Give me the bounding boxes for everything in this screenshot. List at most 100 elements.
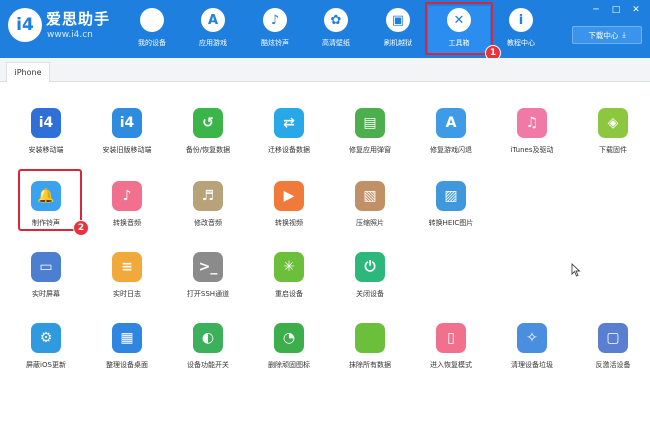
tool-label: 转换音频 (113, 219, 141, 227)
tool-item[interactable]: i4 安装旧版移动端 (91, 108, 163, 164)
tool-icon: i4 (112, 108, 142, 138)
tool-label: 设备功能开关 (187, 361, 229, 369)
tool-item[interactable]: ◔ 删除顽固图标 (253, 323, 325, 379)
tool-item[interactable]: ♫ iTunes及驱动 (496, 108, 568, 164)
tool-icon: ▤ (355, 108, 385, 138)
nav-item-1[interactable]: A 应用游戏 (182, 6, 244, 54)
tool-label: 转换HEIC图片 (428, 219, 474, 227)
tool-item[interactable]: ▦ 整理设备桌面 (91, 323, 163, 379)
nav-item-label: 应用游戏 (199, 39, 227, 47)
tool-label: 重启设备 (275, 290, 303, 298)
tool-icon: ✧ (517, 323, 547, 353)
tool-icon: ↺ (193, 108, 223, 138)
brand-url: www.i4.cn (47, 30, 93, 40)
tool-icon: ≡ (112, 252, 142, 282)
tool-label: 实时屏幕 (32, 290, 60, 298)
tool-icon: ♫ (517, 108, 547, 138)
tool-item[interactable]: ✧ 清理设备垃圾 (496, 323, 568, 379)
tool-item[interactable]: ▨ 转换HEIC图片 (415, 181, 487, 237)
tool-icon: ⇄ (274, 108, 304, 138)
tool-icon (355, 323, 385, 353)
tool-icon: ⏻ (355, 252, 385, 282)
tool-label: 屏蔽iOS更新 (26, 361, 66, 369)
device-tabbar: iPhone (0, 58, 650, 82)
top-header: i4 爱思助手 www.i4.cn 我的设备 A 应用游戏 ♪ 酷炫铃声 ✿ 高清壁纸 ▣ 刷机… (0, 0, 650, 61)
close-icon[interactable]: ✕ (630, 4, 642, 16)
tool-item[interactable]: ≡ 实时日志 (91, 252, 163, 308)
nav-item-6[interactable]: i 教程中心 (490, 6, 552, 54)
download-center-label: 下载中心 (588, 30, 619, 40)
tool-icon: i4 (31, 108, 61, 138)
tool-item[interactable]: ⚙ 屏蔽iOS更新 (10, 323, 82, 379)
tool-icon: ▢ (598, 323, 628, 353)
nav-item-2[interactable]: ♪ 酷炫铃声 (244, 6, 306, 54)
nav-item-label: 刷机越狱 (384, 39, 412, 47)
nav-item-4[interactable]: ▣ 刷机越狱 (367, 6, 429, 54)
tool-icon: ▧ (355, 181, 385, 211)
tool-icon: ▶ (274, 181, 304, 211)
tool-icon: ✳ (274, 252, 304, 282)
nav-item-0[interactable]: 我的设备 (121, 6, 183, 54)
tool-label: 备份/恢复数据 (185, 146, 231, 154)
nav-item-label: 我的设备 (138, 39, 166, 47)
tool-item[interactable]: i4 安装移动端 (10, 108, 82, 164)
app-store-icon: A (201, 8, 225, 32)
tool-label: 迁移设备数据 (268, 146, 310, 154)
tool-label: 修复游戏闪退 (430, 146, 472, 154)
download-center-button[interactable]: 下载中心 ⤓ (572, 26, 642, 44)
apple-icon (140, 8, 164, 32)
mouse-cursor-icon (571, 263, 581, 277)
tool-icon: ⚙ (31, 323, 61, 353)
tool-label: 压缩照片 (356, 219, 384, 227)
tab-iphone[interactable]: iPhone (6, 62, 50, 82)
tool-item[interactable]: ♬ 修改音频 (172, 181, 244, 237)
tool-item[interactable]: ⏻ 关闭设备 (334, 252, 406, 308)
tool-label: 安装移动端 (28, 146, 64, 154)
tool-icon: ▨ (436, 181, 466, 211)
nav-item-3[interactable]: ✿ 高清壁纸 (305, 6, 367, 54)
tool-label: iTunes及驱动 (510, 146, 554, 154)
nav-item-label: 教程中心 (507, 39, 535, 47)
tool-item[interactable]: ✳ 重启设备 (253, 252, 325, 308)
tool-label: 安装旧版移动端 (102, 146, 152, 154)
tool-item[interactable]: ▧ 压缩照片 (334, 181, 406, 237)
nav-item-label: 酷炫铃声 (261, 39, 289, 47)
flower-icon: ✿ (324, 8, 348, 32)
tool-label: 删除顽固图标 (268, 361, 310, 369)
maximize-icon[interactable]: □ (610, 4, 622, 16)
tool-item[interactable]: A 修复游戏闪退 (415, 108, 487, 164)
tool-item[interactable]: ▤ 修复应用弹窗 (334, 108, 406, 164)
tool-label: 修改音频 (194, 219, 222, 227)
tool-item[interactable]: ▢ 反激活设备 (577, 323, 649, 379)
tool-icon: ♪ (112, 181, 142, 211)
tool-item[interactable]: >_ 打开SSH通道 (172, 252, 244, 308)
tool-icon: ◔ (274, 323, 304, 353)
tool-item[interactable]: ▯ 进入恢复模式 (415, 323, 487, 379)
tool-item[interactable]: ▭ 实时屏幕 (10, 252, 82, 308)
box-icon: ▣ (386, 8, 410, 32)
annotation-highlight-ringtone (18, 169, 82, 231)
tool-item[interactable]: ↺ 备份/恢复数据 (172, 108, 244, 164)
logo-mark: i4 (16, 15, 34, 35)
minimize-icon[interactable]: ─ (590, 4, 602, 16)
annotation-badge-2: 2 (73, 220, 89, 236)
tool-label: 转换视频 (275, 219, 303, 227)
tool-item[interactable]: ◐ 设备功能开关 (172, 323, 244, 379)
tool-label: 修复应用弹窗 (349, 146, 391, 154)
tool-label: 打开SSH通道 (186, 290, 230, 298)
tool-item[interactable]: ▶ 转换视频 (253, 181, 325, 237)
tool-item[interactable]: ◈ 下载固件 (577, 108, 649, 164)
tool-icon: ▦ (112, 323, 142, 353)
tool-item[interactable]: 抹除所有数据 (334, 323, 406, 379)
tool-icon: A (436, 108, 466, 138)
tool-label: 整理设备桌面 (106, 361, 148, 369)
brand-name: 爱思助手 (46, 10, 111, 28)
tool-item[interactable]: ⇄ 迁移设备数据 (253, 108, 325, 164)
tool-item[interactable]: ♪ 转换音频 (91, 181, 163, 237)
tool-icon: ▯ (436, 323, 466, 353)
tool-label: 关闭设备 (356, 290, 384, 298)
tool-label: 抹除所有数据 (349, 361, 391, 369)
app-logo: i4 (8, 8, 42, 42)
tool-label: 下载固件 (599, 146, 627, 154)
annotation-highlight-toolbox (425, 2, 493, 55)
